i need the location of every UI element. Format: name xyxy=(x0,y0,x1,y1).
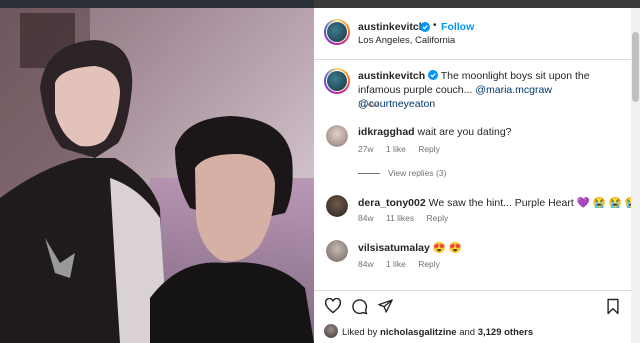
comment-body: 😍 😍 xyxy=(432,242,462,254)
comment-username[interactable]: dera_tony002 xyxy=(358,197,426,209)
comment-body: wait are you dating? xyxy=(417,126,512,138)
liker-avatar[interactable] xyxy=(324,324,338,338)
follow-button[interactable]: Follow xyxy=(441,21,474,33)
comment-icon[interactable] xyxy=(351,298,368,315)
commenter-avatar[interactable] xyxy=(326,195,348,217)
caption-username[interactable]: austinkevitch xyxy=(358,70,425,82)
comment-likes[interactable]: 11 likes xyxy=(386,213,414,223)
reply-button[interactable]: Reply xyxy=(418,144,440,154)
liked-by-prefix: Liked by xyxy=(342,327,381,338)
post-photo[interactable] xyxy=(0,8,314,343)
bookmark-icon[interactable] xyxy=(606,298,620,315)
likes-count[interactable]: 3,129 others xyxy=(478,327,533,338)
comment-age: 84w xyxy=(358,213,374,223)
author-username[interactable]: austinkevitch xyxy=(358,21,425,33)
instagram-post-view: austinkevitch • Follow Los Angeles, Cali… xyxy=(0,0,640,343)
comment-body: We saw the hint... Purple Heart 💜 😭 😭 😭 … xyxy=(428,197,640,209)
comment-age: 27w xyxy=(358,144,374,154)
comment-username[interactable]: idkragghad xyxy=(358,126,415,138)
comment-likes[interactable]: 1 like xyxy=(386,259,406,269)
replies-line xyxy=(358,172,380,174)
post-location[interactable]: Los Angeles, California xyxy=(358,35,455,46)
share-icon[interactable] xyxy=(377,298,394,314)
liked-by-summary: Liked by nicholasgalitzine and 3,129 oth… xyxy=(342,327,533,338)
mention-link[interactable]: @maria.mcgraw xyxy=(475,84,552,96)
action-bar xyxy=(314,290,631,320)
caption-age: 314w xyxy=(358,99,388,109)
separator-dot: • xyxy=(433,20,437,31)
liked-by-user[interactable]: nicholasgalitzine xyxy=(380,327,457,338)
comment-likes[interactable]: 1 like xyxy=(386,144,406,154)
post-details-panel: austinkevitch • Follow Los Angeles, Cali… xyxy=(314,8,640,343)
comment-age: 84w xyxy=(358,259,374,269)
post-caption: austinkevitch The moonlight boys sit upo… xyxy=(358,69,624,111)
reply-button[interactable]: Reply xyxy=(427,213,449,223)
reply-button[interactable]: Reply xyxy=(418,259,440,269)
comment-3: vilsisatumalay 😍 😍 xyxy=(358,241,462,254)
liked-by-and: and xyxy=(456,327,478,338)
commenter-avatar[interactable] xyxy=(326,240,348,262)
comment-2: dera_tony002 We saw the hint... Purple H… xyxy=(358,196,640,209)
scrollbar-thumb[interactable] xyxy=(632,32,639,102)
heart-icon[interactable] xyxy=(324,298,342,314)
comment-meta: 27w 1 like Reply xyxy=(358,144,450,154)
photo-illustration xyxy=(0,8,314,343)
view-replies-button[interactable]: View replies (3) xyxy=(358,168,446,178)
caption-author-avatar[interactable] xyxy=(324,68,350,94)
verified-badge-icon xyxy=(420,22,430,32)
commenter-avatar[interactable] xyxy=(326,125,348,147)
comment-meta: 84w 1 like Reply xyxy=(358,259,450,269)
comment-username[interactable]: vilsisatumalay xyxy=(358,242,430,254)
post-age: 314w xyxy=(358,99,379,109)
scrollbar[interactable] xyxy=(631,8,640,343)
comment-meta: 84w 11 likes Reply xyxy=(358,213,458,223)
comment-1: idkragghad wait are you dating? xyxy=(358,126,512,138)
view-replies-label: View replies (3) xyxy=(388,168,447,178)
author-avatar[interactable] xyxy=(324,19,350,45)
post-header: austinkevitch • Follow Los Angeles, Cali… xyxy=(314,8,631,60)
verified-badge-icon xyxy=(428,70,439,80)
